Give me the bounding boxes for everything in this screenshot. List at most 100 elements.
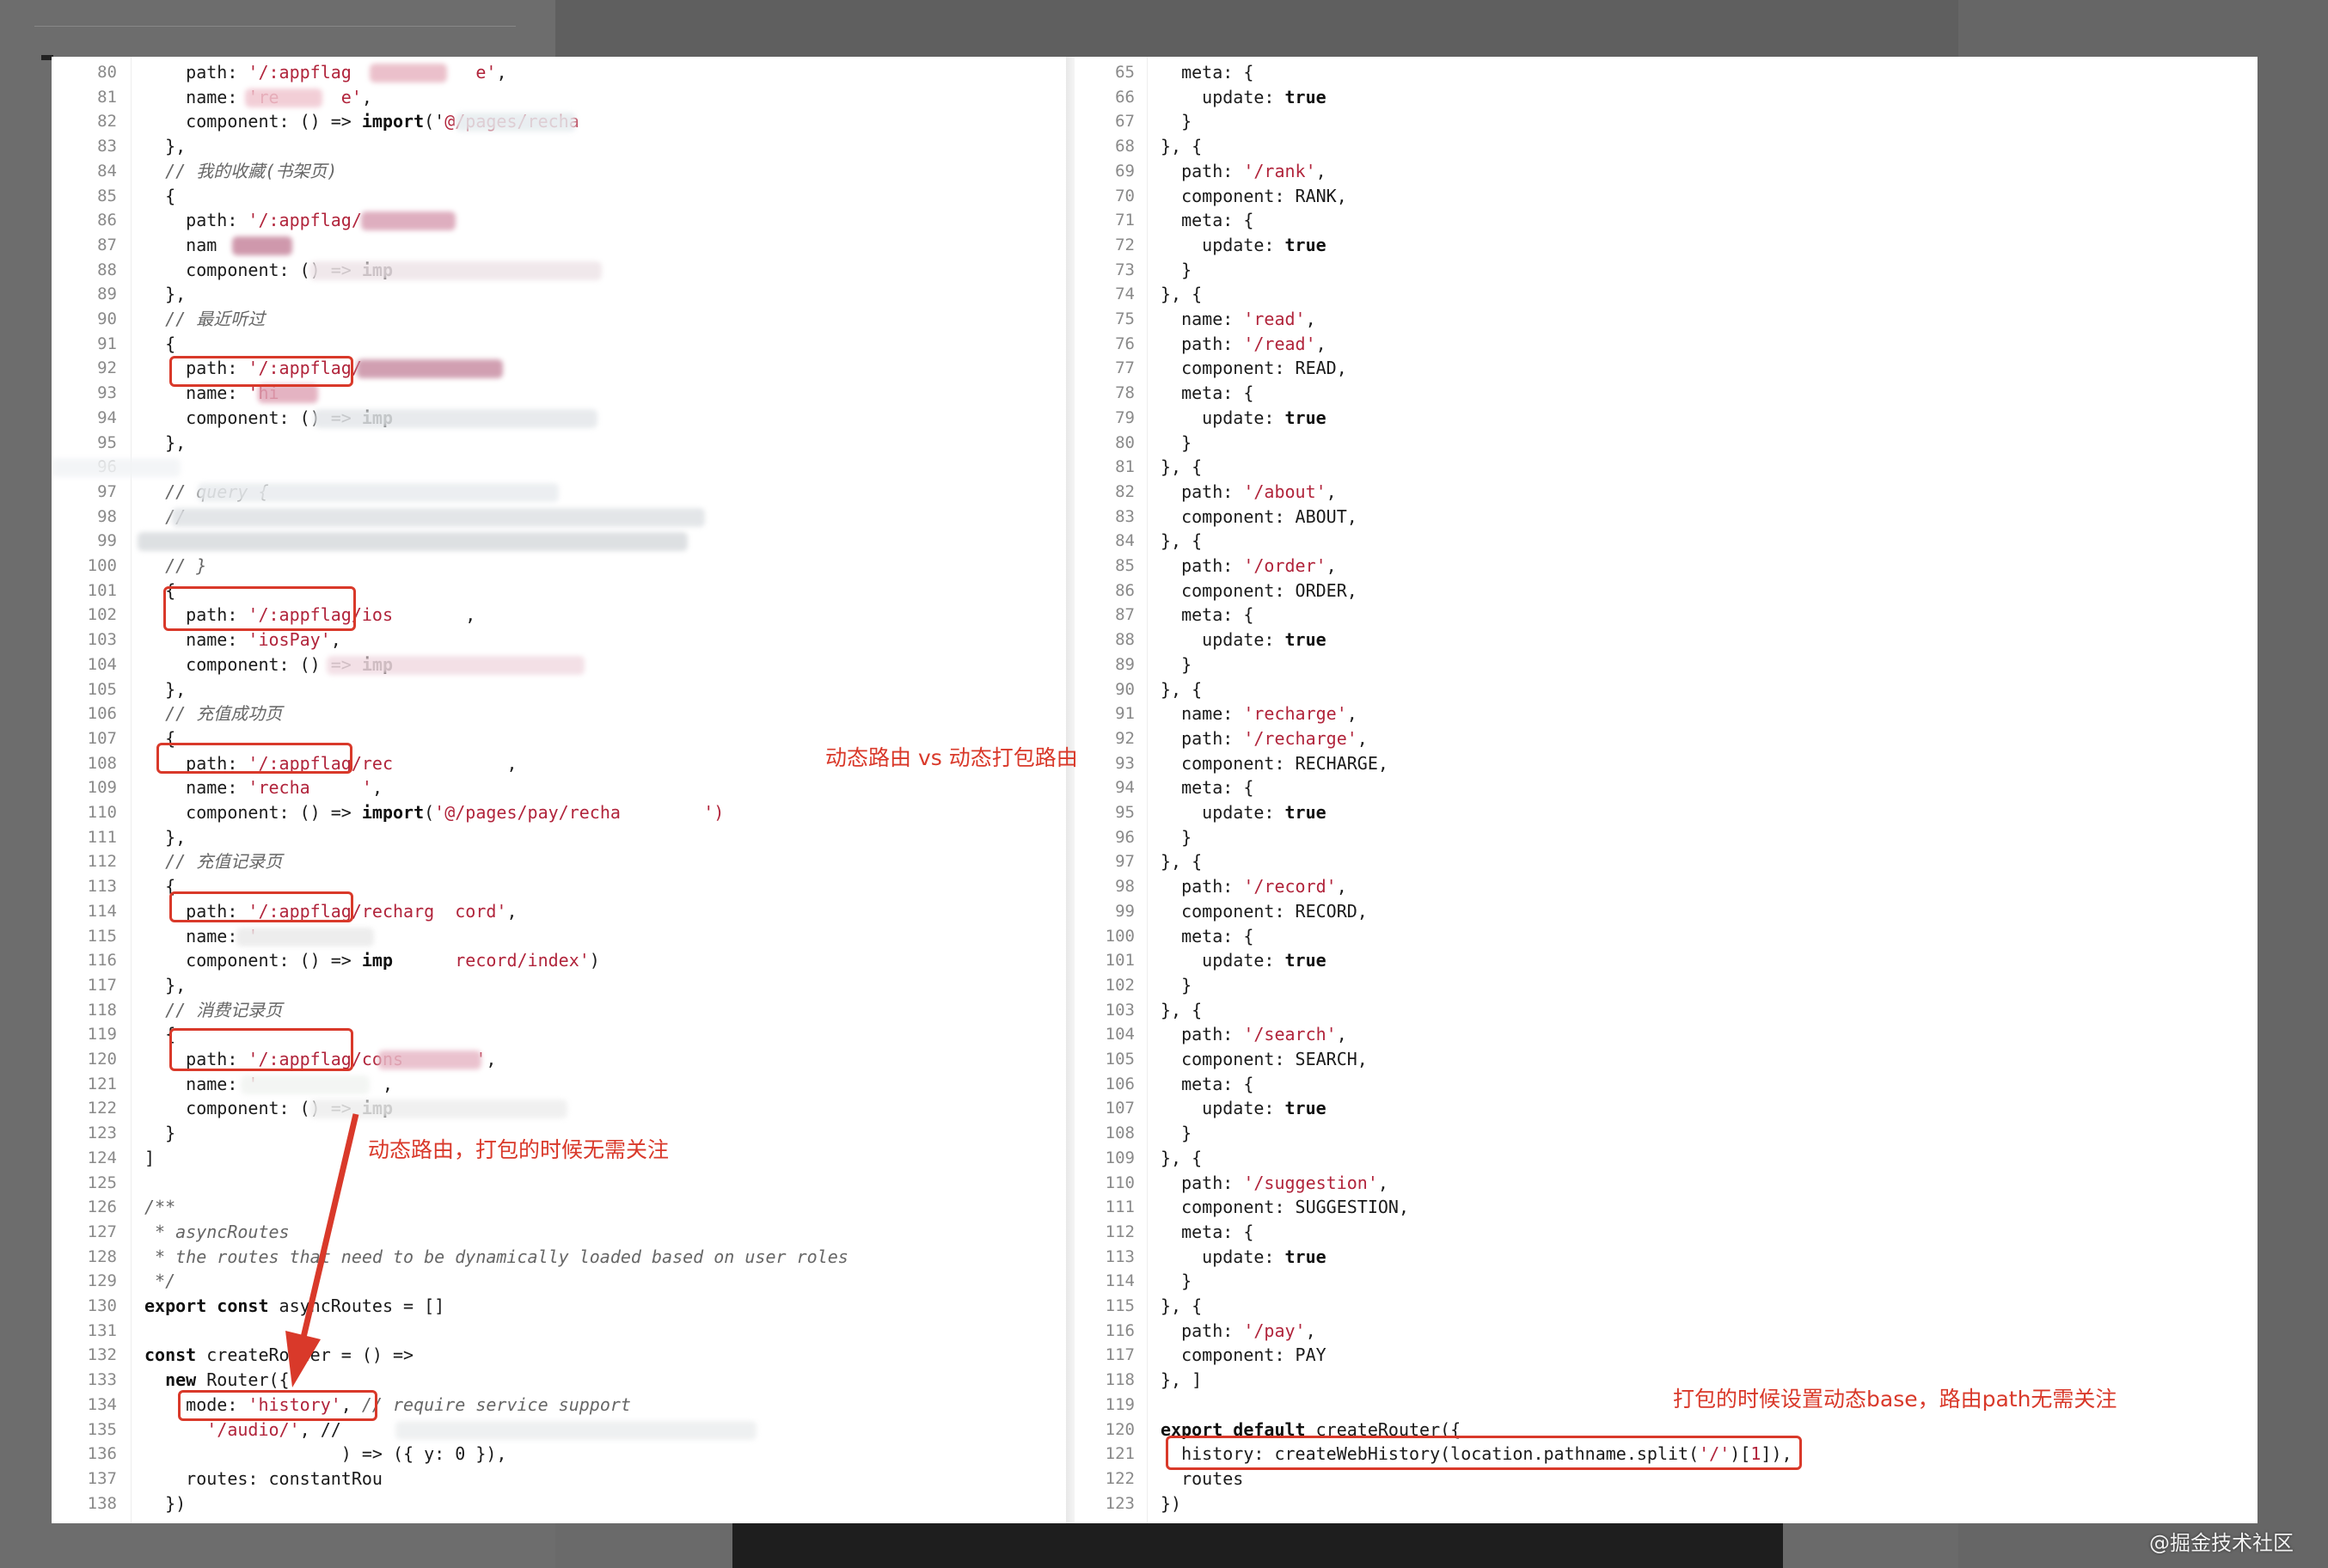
- code-token: },: [144, 284, 187, 305]
- line-number: 110: [1105, 1173, 1135, 1192]
- line-number: 93: [97, 383, 117, 403]
- code-line: 65 meta: {: [1075, 60, 2258, 85]
- code-line: 90 // 最近听过: [52, 307, 1066, 332]
- code-line: 76 path: '/read',: [1075, 332, 2258, 357]
- code-token: meta: {: [1161, 1221, 1254, 1242]
- line-number: 88: [1115, 630, 1135, 650]
- line-number: 111: [1105, 1197, 1135, 1217]
- line-number: 104: [87, 654, 117, 674]
- code-token: component: RECHARGE,: [1161, 752, 1388, 774]
- code-line: 105 component: SEARCH,: [1075, 1047, 2258, 1072]
- code-text: component: ABOUT,: [1161, 505, 1357, 530]
- code-token: // 充值记录页: [144, 851, 283, 873]
- line-number: 122: [1105, 1468, 1135, 1488]
- line-number: 83: [97, 137, 117, 156]
- code-token: update:: [1161, 1246, 1285, 1267]
- line-number: 90: [1115, 679, 1135, 699]
- code-line: 97 // query {: [52, 480, 1066, 505]
- code-line: 98 path: '/record',: [1075, 874, 2258, 899]
- code-line: 96 }: [1075, 825, 2258, 850]
- code-text: path: '/:appflag e',: [144, 60, 506, 85]
- line-number: 98: [97, 506, 117, 526]
- code-token: routes: constantRou: [144, 1467, 383, 1489]
- line-number: 124: [87, 1148, 117, 1167]
- code-line: 112 meta: {: [1075, 1220, 2258, 1245]
- code-token: ,: [1326, 555, 1337, 576]
- line-number: 71: [1115, 211, 1135, 230]
- line-number: 87: [97, 235, 117, 254]
- line-number: 123: [1105, 1493, 1135, 1513]
- code-token: },: [144, 826, 187, 848]
- code-token: }, {: [1161, 851, 1203, 873]
- code-line: 84}, {: [1075, 529, 2258, 554]
- code-text: nam: [144, 233, 217, 258]
- code-token: * the routes that need to be dynamically…: [144, 1246, 848, 1267]
- line-number: 85: [97, 186, 117, 205]
- code-text: // 消费记录页: [144, 998, 282, 1023]
- line-number: 105: [87, 679, 117, 699]
- line-number: 95: [1115, 803, 1135, 822]
- line-number: 106: [87, 704, 117, 724]
- code-line: 132 const createRouter = () =>: [52, 1343, 1066, 1368]
- line-number: 131: [87, 1320, 117, 1340]
- code-line: 130 export const asyncRoutes = []: [52, 1294, 1066, 1319]
- left-code-editor: 80 path: '/:appflag e',81 name: 're e',8…: [52, 57, 1066, 1523]
- code-token: '/record': [1243, 876, 1337, 897]
- code-text: update: true: [1161, 85, 1326, 110]
- code-line: 125: [52, 1171, 1066, 1196]
- code-line: 121 name: ' ,: [52, 1072, 1066, 1097]
- code-line: 79 update: true: [1075, 406, 2258, 431]
- code-text: meta: {: [1161, 381, 1253, 406]
- code-token: {: [144, 185, 176, 206]
- code-token: }, {: [1161, 1295, 1203, 1316]
- code-text: // }: [144, 554, 206, 579]
- code-line: 87 meta: {: [1075, 603, 2258, 628]
- code-token: record/index': [455, 950, 590, 971]
- code-line: 106 // 充值成功页: [52, 701, 1066, 726]
- code-text: },: [144, 973, 186, 998]
- code-token: name:: [144, 629, 248, 651]
- code-token: '/:appflag: [248, 62, 352, 83]
- code-line: 72 update: true: [1075, 233, 2258, 258]
- code-line: 104 component: () => imp: [52, 652, 1066, 677]
- code-line: 89 }: [1075, 652, 2258, 677]
- code-token: }, {: [1161, 1147, 1203, 1168]
- redacted-blur: [456, 113, 576, 132]
- code-text: component: PAY: [1161, 1343, 1326, 1368]
- code-token: ,: [1305, 1320, 1316, 1341]
- line-number: 102: [87, 605, 117, 625]
- code-text: * the routes that need to be dynamically…: [144, 1245, 848, 1270]
- code-text: update: true: [1161, 1245, 1326, 1270]
- code-token: update:: [1161, 1098, 1285, 1119]
- code-line: 83 },: [52, 134, 1066, 159]
- code-text: component: () => import('@/pages/pay/rec…: [144, 800, 724, 825]
- code-token: // 我的收藏(书架页): [144, 160, 338, 181]
- code-token: meta: {: [1161, 1073, 1254, 1094]
- code-text: }, {: [1161, 282, 1202, 307]
- redacted-blur: [327, 655, 585, 675]
- redacted-blur: [361, 211, 456, 231]
- code-token: ,: [496, 62, 507, 83]
- code-text: routes: constantRou: [144, 1467, 383, 1491]
- code-token: ,: [1336, 876, 1347, 897]
- code-token: '/order': [1243, 555, 1326, 576]
- code-text: }, {: [1161, 1146, 1202, 1171]
- code-text: }: [144, 1121, 175, 1146]
- code-line: 100 meta: {: [1075, 924, 2258, 949]
- code-token: ,: [486, 1049, 497, 1069]
- line-number: 82: [1115, 481, 1135, 501]
- backdrop-bottom-bar: [732, 1523, 1783, 1568]
- code-line: 89 },: [52, 282, 1066, 307]
- code-token: path:: [1161, 1320, 1244, 1341]
- line-number: 103: [1105, 1000, 1135, 1020]
- code-token: (: [424, 802, 435, 823]
- right-code-editor: 65 meta: {66 update: true 67 } 68}, {69 pa…: [1075, 57, 2258, 1523]
- code-token: update:: [1161, 802, 1285, 823]
- code-token: true: [1284, 1098, 1326, 1119]
- redacted-blur: [245, 88, 322, 107]
- line-number: 89: [97, 285, 117, 304]
- code-line: 83 component: ABOUT,: [1075, 505, 2258, 530]
